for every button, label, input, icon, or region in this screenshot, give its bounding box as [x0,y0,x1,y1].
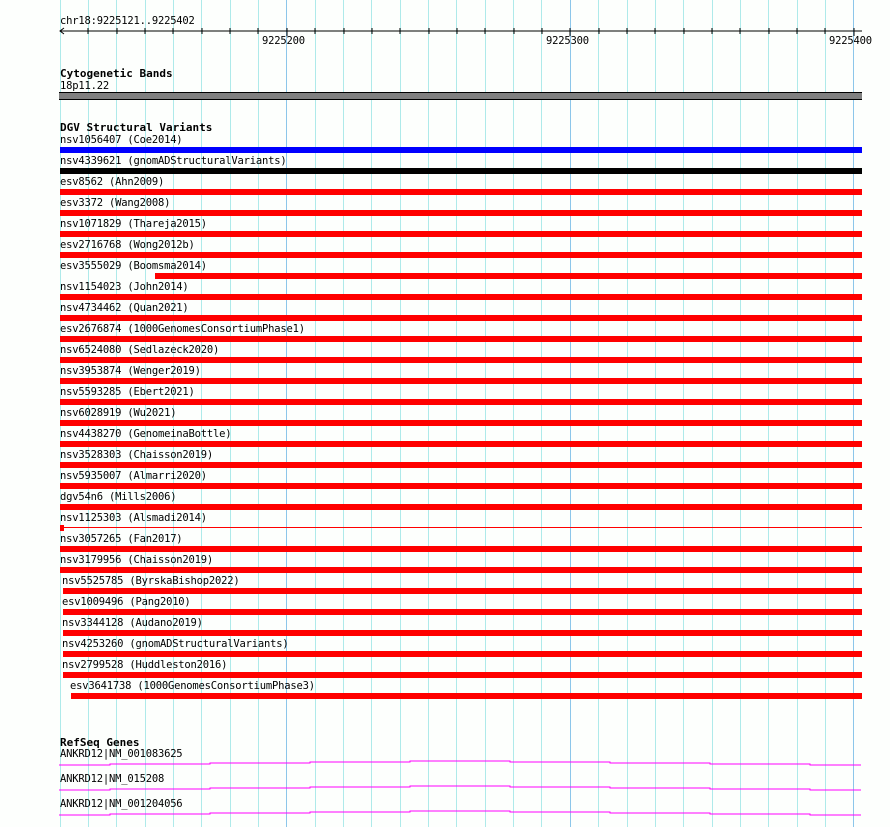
gene-line[interactable] [59,785,861,791]
gene-lines [59,760,861,816]
genome-browser-view: chr18:9225121..9225402 9225200 9225300 9… [0,0,890,827]
gene-line[interactable] [59,760,861,766]
gene-line[interactable] [59,810,861,816]
